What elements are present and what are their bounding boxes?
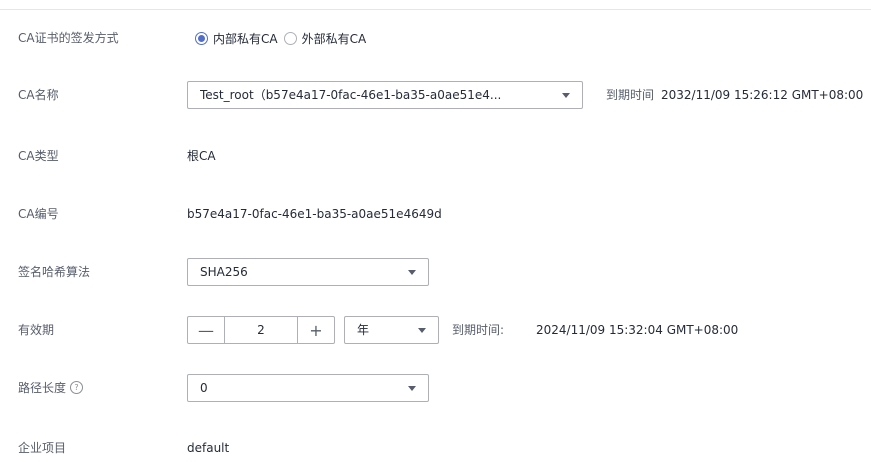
radio-checked-icon[interactable] bbox=[195, 31, 208, 45]
path-length-label: 路径长度 bbox=[18, 381, 67, 395]
hash-algorithm-select[interactable]: SHA256 bbox=[187, 258, 429, 286]
validity-unit-select[interactable]: 年 bbox=[344, 316, 439, 344]
chevron-down-icon bbox=[562, 93, 570, 98]
ca-name-select[interactable]: Test_root（b57e4a17-0fac-46e1-ba35-a0ae51… bbox=[187, 81, 583, 109]
chevron-down-icon bbox=[408, 386, 416, 391]
path-length-select[interactable]: 0 bbox=[187, 374, 429, 402]
radio-external-label: 外部私有CA bbox=[301, 31, 367, 46]
question-circle-icon[interactable]: ? bbox=[70, 381, 84, 394]
radio-external-private-ca[interactable]: 外部私有CA bbox=[283, 30, 367, 47]
enterprise-project-label: 企业项目 bbox=[18, 441, 67, 455]
validity-expiry-label: 到期时间: bbox=[452, 323, 505, 337]
hash-algorithm-selected-value: SHA256 bbox=[200, 265, 248, 279]
ca-id-value: b57e4a17-0fac-46e1-ba35-a0ae51e4649d bbox=[187, 207, 442, 221]
ca-name-selected-value: Test_root（b57e4a17-0fac-46e1-ba35-a0ae51… bbox=[200, 88, 502, 102]
ca-id-label: CA编号 bbox=[18, 207, 59, 221]
radio-internal-private-ca[interactable]: 内部私有CA bbox=[195, 30, 278, 47]
top-divider bbox=[0, 9, 871, 10]
radio-internal-label: 内部私有CA bbox=[213, 31, 278, 46]
enterprise-project-value: default bbox=[187, 441, 230, 455]
validity-unit-selected-value: 年 bbox=[357, 323, 370, 337]
ca-certificate-form: CA证书的签发方式 内部私有CA 外部私有CA CA名称 Test_root（b… bbox=[0, 0, 871, 462]
path-length-row: 路径长度? 0 bbox=[0, 371, 871, 405]
decrement-button[interactable]: — bbox=[188, 317, 225, 343]
issue-method-radio-group: 内部私有CA 外部私有CA bbox=[195, 21, 372, 55]
path-length-selected-value: 0 bbox=[200, 381, 208, 395]
chevron-down-icon bbox=[418, 328, 426, 333]
radio-unchecked-icon[interactable] bbox=[283, 31, 297, 45]
ca-id-row: CA编号 b57e4a17-0fac-46e1-ba35-a0ae51e4649… bbox=[0, 197, 871, 231]
enterprise-project-row: 企业项目 default bbox=[0, 431, 871, 462]
validity-stepper: — 2 + bbox=[187, 316, 335, 344]
validity-label: 有效期 bbox=[18, 323, 55, 337]
ca-name-label: CA名称 bbox=[18, 88, 59, 102]
validity-expiry-value: 2024/11/09 15:32:04 GMT+08:00 bbox=[536, 323, 739, 337]
validity-row: 有效期 — 2 + 年 到期时间: 2024/11/09 15:32:04 GM… bbox=[0, 313, 871, 347]
increment-button[interactable]: + bbox=[297, 317, 334, 343]
ca-type-row: CA类型 根CA bbox=[0, 139, 871, 173]
issue-method-label: CA证书的签发方式 bbox=[18, 31, 119, 45]
ca-expiry-value: 2032/11/09 15:26:12 GMT+08:00 bbox=[661, 88, 864, 102]
hash-algorithm-row: 签名哈希算法 SHA256 bbox=[0, 255, 871, 289]
ca-name-row: CA名称 Test_root（b57e4a17-0fac-46e1-ba35-a… bbox=[0, 78, 871, 112]
ca-expiry-label: 到期时间 bbox=[606, 88, 655, 102]
ca-type-label: CA类型 bbox=[18, 149, 59, 163]
validity-value-input[interactable]: 2 bbox=[225, 317, 297, 343]
path-length-label-wrap: 路径长度? bbox=[18, 371, 84, 405]
ca-type-value: 根CA bbox=[187, 149, 216, 163]
chevron-down-icon bbox=[408, 270, 416, 275]
hash-algorithm-label: 签名哈希算法 bbox=[18, 265, 91, 279]
issue-method-row: CA证书的签发方式 内部私有CA 外部私有CA bbox=[0, 21, 871, 55]
